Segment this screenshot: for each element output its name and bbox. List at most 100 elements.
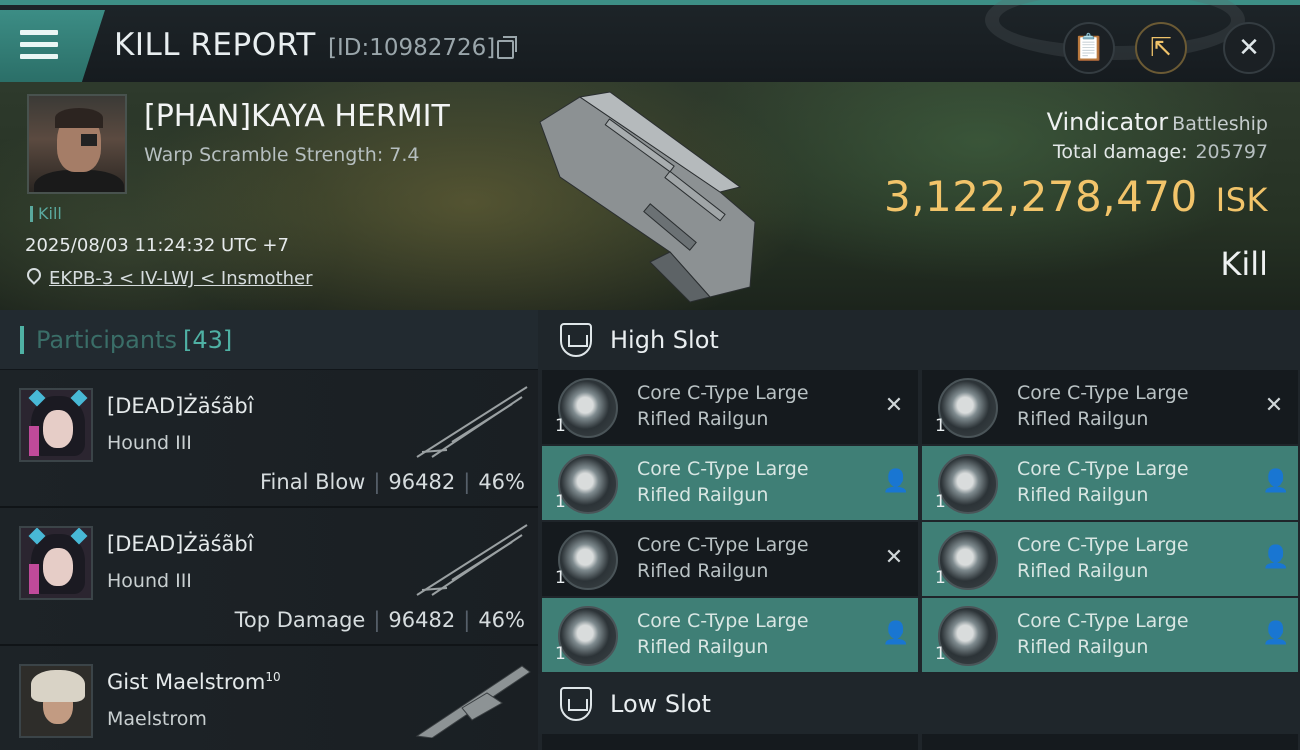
low-slot-header: Low Slot	[538, 674, 1300, 734]
isk-amount: 3,122,278,470	[883, 172, 1198, 221]
participant-ship: Hound III	[107, 570, 192, 592]
participants-header[interactable]: Participants [43]	[0, 310, 538, 370]
low-slot-label: Low Slot	[610, 690, 711, 718]
module-name: Core C-Type Large Rifled Railgun	[637, 608, 857, 660]
destroyed-x-icon: ✕	[884, 545, 904, 570]
module-name-line2: Rifled Railgun	[1017, 484, 1149, 506]
participant-row[interactable]: Gist Maelstrom10 Maelstrom	[0, 646, 538, 750]
ship-type: Vindicator	[1046, 108, 1169, 136]
close-icon: ✕	[1238, 33, 1260, 63]
dropped-person-icon: 👤	[882, 621, 910, 646]
module-name: Core C-Type Large Rifled Railgun	[637, 532, 857, 584]
participant-role: Top Damage	[234, 608, 366, 632]
module-name-line2: Rifled Railgun	[637, 408, 769, 430]
railgun-icon	[558, 378, 618, 438]
railgun-icon	[558, 530, 618, 590]
participant-stats: Top Damage | 96482 | 46%	[234, 608, 525, 632]
module-name: Core C-Type Large Rifled Railgun	[1017, 532, 1237, 584]
module-name-line1: Core C-Type Large	[637, 610, 809, 632]
module-slot[interactable]: 1 Core C-Type Large Rifled Railgun 👤	[542, 598, 918, 672]
module-quantity: 1	[935, 492, 946, 512]
participants-label: Participants	[36, 325, 177, 354]
kill-id: [ID:10982726]	[328, 35, 496, 61]
module-slot[interactable]: 1 Core C-Type Large Rifled Railgun 👤	[922, 598, 1298, 672]
high-slot-header: High Slot	[538, 310, 1300, 370]
low-slot-grid	[538, 734, 1300, 750]
total-damage-value: 205797	[1195, 141, 1268, 163]
page-title: KILL REPORT	[114, 27, 316, 63]
warp-scramble-strength: Warp Scramble Strength: 7.4	[144, 144, 420, 166]
module-name-line2: Rifled Railgun	[1017, 636, 1149, 658]
victim-banner: [PHAN]KAYA HERMIT Warp Scramble Strength…	[0, 82, 1300, 310]
copy-icon[interactable]	[497, 36, 517, 59]
module-name-line1: Core C-Type Large	[1017, 610, 1189, 632]
ship-class: Battleship	[1172, 113, 1268, 135]
top-bar: KILL REPORT [ID:10982726] 📋 ⇱ ✕	[0, 0, 1300, 82]
module-quantity: 1	[555, 568, 566, 588]
location-pin-icon	[24, 265, 44, 285]
close-button[interactable]: ✕	[1223, 22, 1275, 74]
railgun-icon	[938, 378, 998, 438]
participant-ship-image	[415, 665, 531, 738]
avatar	[19, 664, 93, 738]
module-name-line1: Core C-Type Large	[1017, 458, 1189, 480]
clipboard-button[interactable]: 📋	[1063, 22, 1115, 74]
high-slot-icon	[560, 323, 592, 357]
participant-ship: Hound III	[107, 432, 192, 454]
participant-role: Final Blow	[260, 470, 366, 494]
dropped-person-icon: 👤	[1262, 469, 1290, 494]
participant-percent: 46%	[478, 608, 525, 632]
isk-value: 3,122,278,470 ISK	[884, 172, 1268, 221]
railgun-icon	[938, 530, 998, 590]
victim-portrait[interactable]	[27, 94, 127, 194]
module-name-line1: Core C-Type Large	[1017, 382, 1189, 404]
module-name-line2: Rifled Railgun	[637, 484, 769, 506]
participant-row[interactable]: [DEAD]Żäśãbî Hound III Final Blow | 96482 |…	[0, 370, 538, 508]
fittings-panel: High Slot 1 Core C-Type Large Rifled Railg…	[538, 310, 1300, 750]
menu-button[interactable]	[0, 10, 105, 82]
module-slot[interactable]	[542, 734, 918, 750]
participants-panel: Participants [43] [DEAD]Żäśãbî Hound III …	[0, 310, 538, 750]
participants-count: [43]	[182, 325, 233, 354]
module-slot[interactable]: 1 Core C-Type Large Rifled Railgun ✕	[922, 370, 1298, 444]
dropped-person-icon: 👤	[1262, 621, 1290, 646]
module-slot[interactable]: 1 Core C-Type Large Rifled Railgun 👤	[922, 522, 1298, 596]
kill-location-link[interactable]: EKPB-3 < IV-LWJ < Insmother	[49, 268, 313, 289]
victim-name[interactable]: [PHAN]KAYA HERMIT	[144, 99, 450, 134]
module-name: Core C-Type Large Rifled Railgun	[637, 380, 857, 432]
module-name: Core C-Type Large Rifled Railgun	[1017, 456, 1237, 508]
module-quantity: 1	[555, 416, 566, 436]
victim-ship-name[interactable]: Vindicator Battleship	[1047, 108, 1268, 136]
module-name-line2: Rifled Railgun	[637, 560, 769, 582]
module-quantity: 1	[555, 644, 566, 664]
total-damage: Total damage: 205797	[1053, 141, 1268, 163]
destroyed-x-icon: ✕	[1264, 393, 1284, 418]
railgun-icon	[938, 606, 998, 666]
kill-datetime: 2025/08/03 11:24:32 UTC +7	[25, 235, 289, 256]
high-slot-grid: 1 Core C-Type Large Rifled Railgun ✕ 1 Core C…	[538, 370, 1300, 672]
victim-ship-image	[539, 91, 756, 303]
dropped-person-icon: 👤	[882, 469, 910, 494]
participant-row[interactable]: [DEAD]Żäśãbî Hound III Top Damage | 96482 |…	[0, 508, 538, 646]
module-slot[interactable]: 1 Core C-Type Large Rifled Railgun ✕	[542, 522, 918, 596]
railgun-icon	[558, 606, 618, 666]
participant-ship-image	[416, 386, 528, 458]
module-slot[interactable]: 1 Core C-Type Large Rifled Railgun 👤	[922, 446, 1298, 520]
decorative-ring	[985, 0, 1245, 60]
participant-name-text: Gist Maelstrom	[107, 670, 266, 694]
result-label: Kill	[1220, 245, 1268, 283]
module-slot[interactable]: 1 Core C-Type Large Rifled Railgun 👤	[542, 446, 918, 520]
low-slot-icon	[560, 687, 592, 721]
share-icon: ⇱	[1150, 33, 1172, 63]
module-slot[interactable]: 1 Core C-Type Large Rifled Railgun ✕	[542, 370, 918, 444]
isk-unit: ISK	[1215, 181, 1268, 219]
clipboard-icon: 📋	[1072, 33, 1106, 63]
module-quantity: 1	[935, 568, 946, 588]
share-button[interactable]: ⇱	[1135, 22, 1187, 74]
module-slot[interactable]	[922, 734, 1298, 750]
module-quantity: 1	[935, 644, 946, 664]
railgun-icon	[558, 454, 618, 514]
module-name-line1: Core C-Type Large	[637, 458, 809, 480]
railgun-icon	[938, 454, 998, 514]
participant-name: [DEAD]Żäśãbî	[107, 532, 254, 556]
